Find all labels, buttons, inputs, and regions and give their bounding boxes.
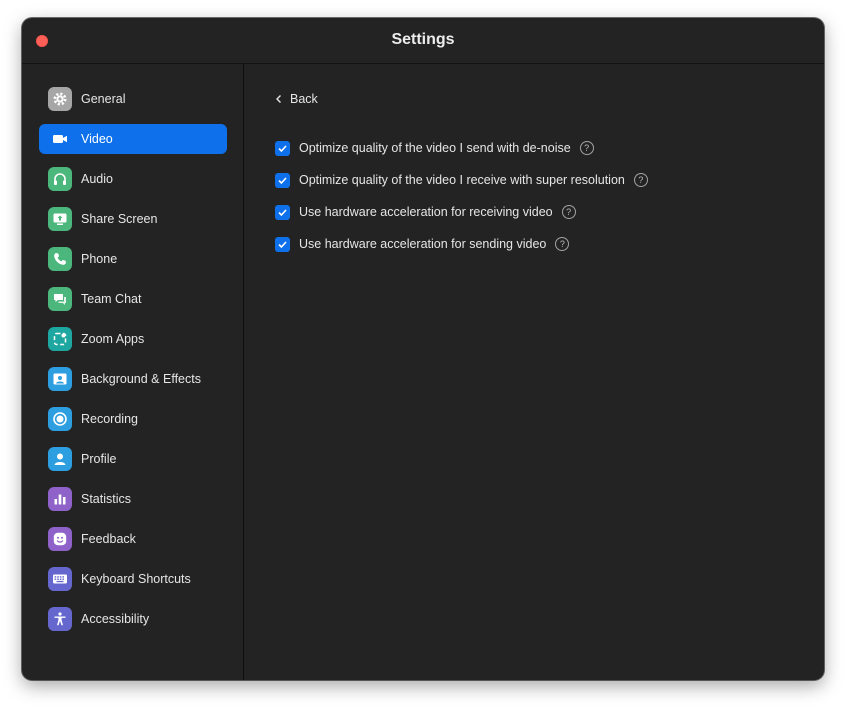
bar-chart-icon (48, 487, 72, 511)
sidebar-item-feedback[interactable]: Feedback (39, 524, 227, 554)
sidebar-item-label: Keyboard Shortcuts (81, 572, 191, 586)
option-denoise: Optimize quality of the video I send wit… (275, 140, 594, 156)
title-bar: Settings (22, 18, 824, 64)
help-icon[interactable]: ? (561, 205, 576, 219)
sidebar-item-keyboard-shortcuts[interactable]: Keyboard Shortcuts (39, 564, 227, 594)
sidebar-item-label: Profile (81, 452, 117, 466)
sidebar-item-statistics[interactable]: Statistics (39, 484, 227, 514)
sidebar-item-label: Statistics (81, 492, 132, 506)
checkmark-icon (278, 144, 287, 152)
settings-window: Settings General Video Audio Share Scree… (22, 18, 824, 680)
sidebar-item-label: Phone (81, 252, 118, 266)
help-icon[interactable]: ? (579, 141, 594, 155)
sidebar-item-accessibility[interactable]: Accessibility (39, 604, 227, 634)
checkmark-icon (278, 208, 287, 216)
sidebar-item-label: Background & Effects (81, 372, 201, 386)
sidebar-item-audio[interactable]: Audio (39, 164, 227, 194)
phone-icon (48, 247, 72, 271)
back-button[interactable]: Back (274, 92, 318, 106)
smiley-icon (48, 527, 72, 551)
video-settings-panel: Back Optimize quality of the video I sen… (244, 64, 824, 680)
sidebar-item-video[interactable]: Video (39, 124, 227, 154)
sidebar-item-profile[interactable]: Profile (39, 444, 227, 474)
apps-icon (48, 327, 72, 351)
option-hw-accel-sending: Use hardware acceleration for sending vi… (275, 236, 570, 252)
headphones-icon (48, 167, 72, 191)
sidebar-item-label: Recording (81, 412, 138, 426)
sidebar-item-label: Accessibility (81, 612, 150, 626)
sidebar-item-label: Share Screen (81, 212, 158, 226)
back-label: Back (290, 92, 318, 106)
option-label: Use hardware acceleration for receiving … (299, 205, 553, 219)
sidebar-item-general[interactable]: General (39, 84, 227, 114)
record-icon (48, 407, 72, 431)
keyboard-icon (48, 567, 72, 591)
chat-icon (48, 287, 72, 311)
denoise-checkbox[interactable] (275, 140, 290, 156)
option-label: Use hardware acceleration for sending vi… (299, 237, 547, 251)
option-super-resolution: Optimize quality of the video I receive … (275, 172, 648, 188)
share-screen-icon (48, 207, 72, 231)
sidebar-item-phone[interactable]: Phone (39, 244, 227, 274)
super-resolution-checkbox[interactable] (275, 172, 290, 188)
sidebar-item-label: Video (81, 132, 113, 146)
sidebar-item-label: Team Chat (81, 292, 142, 306)
option-label: Optimize quality of the video I receive … (299, 173, 625, 187)
checkmark-icon (278, 240, 287, 248)
sidebar-item-label: Feedback (81, 532, 136, 546)
person-icon (48, 447, 72, 471)
sidebar-item-zoom-apps[interactable]: Zoom Apps (39, 324, 227, 354)
checkmark-icon (278, 176, 287, 184)
help-icon[interactable]: ? (555, 237, 570, 251)
background-icon (48, 367, 72, 391)
option-hw-accel-receiving: Use hardware acceleration for receiving … (275, 204, 576, 220)
option-label: Optimize quality of the video I send wit… (299, 141, 571, 155)
sidebar-item-background-effects[interactable]: Background & Effects (39, 364, 227, 394)
settings-sidebar: General Video Audio Share Screen Phone T… (22, 64, 244, 680)
accessibility-icon (48, 607, 72, 631)
video-camera-icon (48, 127, 72, 151)
hw-accel-receiving-checkbox[interactable] (275, 204, 290, 220)
gear-icon (48, 87, 72, 111)
sidebar-item-share-screen[interactable]: Share Screen (39, 204, 227, 234)
sidebar-item-label: General (81, 92, 126, 106)
sidebar-item-label: Zoom Apps (81, 332, 145, 346)
chevron-left-icon (276, 95, 281, 103)
sidebar-item-team-chat[interactable]: Team Chat (39, 284, 227, 314)
help-icon[interactable]: ? (633, 173, 648, 187)
hw-accel-sending-checkbox[interactable] (275, 236, 290, 252)
sidebar-item-recording[interactable]: Recording (39, 404, 227, 434)
sidebar-item-label: Audio (81, 172, 113, 186)
window-title: Settings (391, 31, 455, 48)
